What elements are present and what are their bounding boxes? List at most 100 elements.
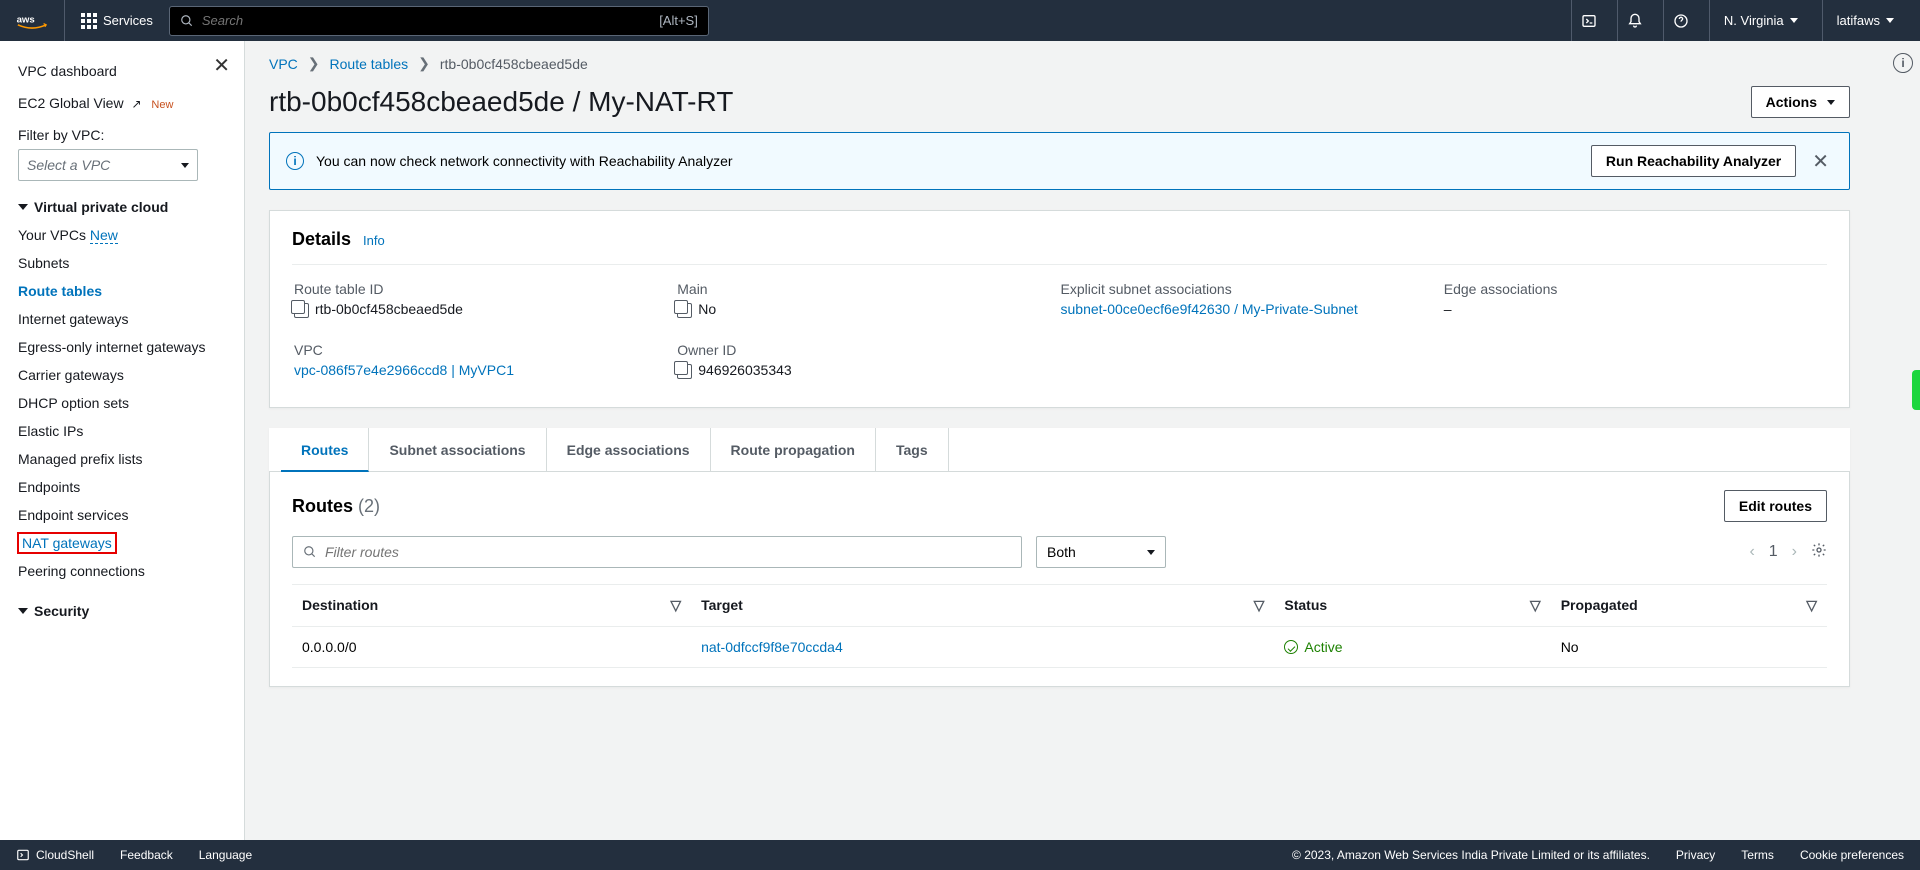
sidebar-section-vpc[interactable]: Virtual private cloud <box>18 199 244 215</box>
breadcrumb-current: rtb-0b0cf458cbeaed5de <box>440 56 588 72</box>
sort-icon[interactable]: ▽ <box>670 597 681 614</box>
sidebar-item-dhcp[interactable]: DHCP option sets <box>18 389 244 417</box>
filter-routes-field[interactable] <box>325 544 1011 560</box>
vpc-select[interactable]: Select a VPC <box>18 149 198 181</box>
sidebar-item-your-vpcs[interactable]: Your VPCs New <box>18 221 244 249</box>
info-icon[interactable]: i <box>1893 53 1913 73</box>
tab-routes[interactable]: Routes <box>281 428 369 472</box>
vpc-link[interactable]: vpc-086f57e4e2966ccd8 | MyVPC1 <box>294 362 514 378</box>
copy-icon[interactable] <box>294 303 309 318</box>
details-info-link[interactable]: Info <box>363 233 385 248</box>
sidebar-section-security[interactable]: Security <box>18 603 244 619</box>
footer-language[interactable]: Language <box>199 848 252 862</box>
cell-target[interactable]: nat-0dfccf9f8e70ccda4 <box>701 639 843 655</box>
sidebar-global-view[interactable]: EC2 Global View ↗ New <box>18 87 244 119</box>
col-status: Status <box>1284 597 1327 613</box>
feedback-nub[interactable] <box>1912 370 1920 410</box>
caret-down-icon <box>1886 18 1894 23</box>
actions-button[interactable]: Actions <box>1751 86 1850 118</box>
settings-icon[interactable] <box>1811 542 1827 563</box>
sidebar-item-endpoint-services[interactable]: Endpoint services <box>18 501 244 529</box>
sidebar-dashboard[interactable]: VPC dashboard <box>18 55 244 87</box>
routes-table: Destination▽ Target▽ Status▽ Propagated▽… <box>292 584 1827 668</box>
close-sidebar-icon[interactable]: ✕ <box>213 53 230 78</box>
sidebar-item-egress-igw[interactable]: Egress-only internet gateways <box>18 333 244 361</box>
tab-edge-associations[interactable]: Edge associations <box>547 428 711 471</box>
tab-subnet-associations[interactable]: Subnet associations <box>369 428 546 471</box>
caret-down-icon <box>18 608 28 614</box>
field-label-route-table-id: Route table ID <box>294 281 659 297</box>
close-icon[interactable]: ✕ <box>1808 149 1833 174</box>
edit-routes-button[interactable]: Edit routes <box>1724 490 1827 522</box>
chevron-right-icon: ❯ <box>418 55 430 72</box>
caret-down-icon <box>18 204 28 210</box>
sidebar-item-peering[interactable]: Peering connections <box>18 557 244 585</box>
sort-icon[interactable]: ▽ <box>1254 597 1265 614</box>
section-vpc-label: Virtual private cloud <box>34 199 168 215</box>
footer-cookie[interactable]: Cookie preferences <box>1800 848 1904 862</box>
top-nav: aws Services [Alt+S] N. Virginia latifaw… <box>0 0 1920 41</box>
help-icon[interactable] <box>1663 0 1699 41</box>
details-panel: Details Info Route table ID rtb-0b0cf458… <box>269 210 1850 408</box>
sidebar-item-carrier-gateways[interactable]: Carrier gateways <box>18 361 244 389</box>
pager: ‹ 1 › <box>1749 542 1827 563</box>
sidebar-item-route-tables[interactable]: Route tables <box>18 277 244 305</box>
search-bar[interactable]: [Alt+S] <box>169 6 709 36</box>
sidebar-item-label: Your VPCs <box>18 227 86 243</box>
aws-logo[interactable]: aws <box>12 0 65 41</box>
user-label: latifaws <box>1837 13 1880 28</box>
cloudshell-icon[interactable] <box>1571 0 1607 41</box>
field-label-owner: Owner ID <box>677 342 1042 358</box>
filter-routes-input[interactable] <box>292 536 1022 568</box>
col-target: Target <box>701 597 743 613</box>
region-selector[interactable]: N. Virginia <box>1709 0 1812 41</box>
new-badge: New <box>151 99 173 111</box>
sort-icon[interactable]: ▽ <box>1530 597 1541 614</box>
col-propagated: Propagated <box>1561 597 1638 613</box>
sidebar-item-nat-gateways[interactable]: NAT gateways <box>18 533 116 553</box>
routes-count: (2) <box>358 496 380 516</box>
footer-privacy[interactable]: Privacy <box>1676 848 1715 862</box>
caret-down-icon <box>181 163 189 168</box>
tab-route-propagation[interactable]: Route propagation <box>711 428 876 471</box>
services-button[interactable]: Services <box>75 13 159 29</box>
external-link-icon: ↗ <box>131 97 141 111</box>
footer-terms[interactable]: Terms <box>1741 848 1774 862</box>
footer-cloudshell[interactable]: CloudShell <box>16 848 94 862</box>
search-input[interactable] <box>202 13 651 28</box>
breadcrumb-vpc[interactable]: VPC <box>269 56 298 72</box>
sidebar-item-subnets[interactable]: Subnets <box>18 249 244 277</box>
explicit-subnet-link[interactable]: subnet-00ce0ecf6e9f42630 / My-Private-Su… <box>1061 301 1358 317</box>
breadcrumb-route-tables[interactable]: Route tables <box>330 56 409 72</box>
field-label-explicit: Explicit subnet associations <box>1061 281 1426 297</box>
user-menu[interactable]: latifaws <box>1822 0 1908 41</box>
copy-icon[interactable] <box>677 303 692 318</box>
svg-text:aws: aws <box>17 14 35 25</box>
info-icon: i <box>286 152 304 170</box>
routes-heading: Routes <box>292 496 353 516</box>
run-reachability-button[interactable]: Run Reachability Analyzer <box>1591 145 1796 177</box>
table-row[interactable]: 0.0.0.0/0 nat-0dfccf9f8e70ccda4 Active N… <box>292 627 1827 668</box>
tab-tags[interactable]: Tags <box>876 428 949 471</box>
filter-vpc-label: Filter by VPC: <box>18 119 244 149</box>
cell-destination: 0.0.0.0/0 <box>292 627 691 668</box>
sidebar-item-managed-prefix[interactable]: Managed prefix lists <box>18 445 244 473</box>
sidebar: ✕ VPC dashboard EC2 Global View ↗ New Fi… <box>0 41 245 840</box>
prev-page-icon[interactable]: ‹ <box>1749 543 1754 561</box>
field-label-vpc: VPC <box>294 342 659 358</box>
sidebar-item-elastic-ips[interactable]: Elastic IPs <box>18 417 244 445</box>
footer-copyright: © 2023, Amazon Web Services India Privat… <box>1292 848 1650 862</box>
next-page-icon[interactable]: › <box>1792 543 1797 561</box>
sidebar-item-internet-gateways[interactable]: Internet gateways <box>18 305 244 333</box>
notifications-icon[interactable] <box>1617 0 1653 41</box>
sort-icon[interactable]: ▽ <box>1806 597 1817 614</box>
status-active-icon <box>1284 640 1298 654</box>
chevron-right-icon: ❯ <box>308 55 320 72</box>
copy-icon[interactable] <box>677 364 692 379</box>
routes-panel: Routes (2) Edit routes Both ‹ <box>269 472 1850 687</box>
sidebar-item-endpoints[interactable]: Endpoints <box>18 473 244 501</box>
routes-filter-value: Both <box>1047 544 1076 560</box>
field-label-main: Main <box>677 281 1042 297</box>
footer-feedback[interactable]: Feedback <box>120 848 173 862</box>
routes-filter-select[interactable]: Both <box>1036 536 1166 568</box>
